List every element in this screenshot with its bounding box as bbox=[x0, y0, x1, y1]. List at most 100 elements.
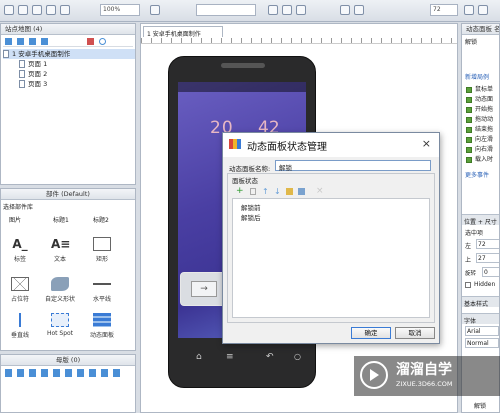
copy-icon[interactable] bbox=[46, 5, 56, 15]
font-style-select[interactable]: Normal bbox=[465, 338, 499, 348]
more-events-link[interactable]: 更多事件 bbox=[465, 170, 489, 179]
event-icon bbox=[466, 126, 472, 133]
left-label: 左 bbox=[465, 243, 472, 250]
arrow-right-icon[interactable]: → bbox=[191, 281, 217, 297]
horizontal-line-icon bbox=[93, 277, 111, 285]
page-label: 页面 3 bbox=[28, 80, 48, 88]
event-item[interactable]: 载入时 bbox=[466, 154, 499, 164]
delete-icon[interactable] bbox=[87, 38, 94, 45]
search-icon[interactable] bbox=[99, 38, 106, 45]
menu-icon[interactable]: ≡ bbox=[226, 352, 234, 362]
fill-color-icon[interactable] bbox=[340, 5, 350, 15]
widget-hline[interactable]: 水平线 bbox=[83, 277, 121, 303]
states-toolbar: + ↑ ↓ × bbox=[236, 186, 336, 196]
widget-custom-shape[interactable]: 自定义形状 bbox=[41, 277, 79, 303]
copy-state-icon[interactable] bbox=[250, 188, 256, 195]
inspector-panel: 动态面板 名称 解锁 新增局例 鼠标单 动态面 开始拖 拖动动 结束拖 向左滑 … bbox=[461, 23, 500, 413]
ruler-top bbox=[141, 38, 457, 44]
widget-placeholder[interactable]: 占位符 bbox=[1, 277, 39, 303]
hidden-checkbox[interactable] bbox=[465, 282, 471, 288]
widget-text[interactable]: A≡ 文本 bbox=[41, 237, 79, 263]
distribute-icon[interactable] bbox=[478, 5, 488, 15]
outline-item[interactable]: 解锁 bbox=[474, 401, 486, 410]
widget-library-select[interactable]: 选择部件库 bbox=[3, 202, 33, 211]
line-color-icon[interactable] bbox=[354, 5, 364, 15]
phone-search-icon[interactable]: ○ bbox=[294, 352, 301, 361]
sitemap-page-1[interactable]: 页面 1 bbox=[19, 59, 47, 69]
sitemap-root[interactable]: 1 安卓手机桌面制作 bbox=[3, 49, 135, 59]
inspector-name: 解锁 bbox=[465, 39, 478, 46]
status-bar bbox=[178, 82, 306, 92]
widget-custom-shape-text: 自定义形状 bbox=[44, 296, 75, 303]
event-icon bbox=[466, 106, 472, 113]
edit-all-icon[interactable] bbox=[298, 188, 305, 195]
widget-cat-image[interactable]: 图片 bbox=[9, 215, 21, 224]
close-icon[interactable]: × bbox=[422, 137, 431, 150]
widget-vline[interactable]: 垂直线 bbox=[1, 313, 39, 339]
state-item-before[interactable]: 解锁前 bbox=[241, 202, 261, 212]
top-input[interactable]: 27 bbox=[476, 253, 499, 263]
paste-icon[interactable] bbox=[60, 5, 70, 15]
basic-style-header[interactable]: 基本样式 bbox=[462, 296, 499, 308]
move-down-icon[interactable] bbox=[41, 38, 48, 45]
sitemap-page-3[interactable]: 页面 3 bbox=[19, 79, 47, 89]
new-case-link[interactable]: 新增局例 bbox=[465, 72, 489, 81]
event-item[interactable]: 向右滑 bbox=[466, 144, 499, 154]
underline-icon[interactable] bbox=[296, 5, 306, 15]
move-down-icon[interactable]: ↓ bbox=[274, 187, 281, 196]
position-size-header[interactable]: 位置 + 尺寸 bbox=[462, 214, 499, 226]
page-icon bbox=[3, 50, 9, 58]
event-item[interactable]: 开始拖 bbox=[466, 104, 499, 114]
widget-label[interactable]: A_ 标签 bbox=[1, 237, 39, 263]
rectangle-icon bbox=[93, 237, 111, 251]
tab-page[interactable]: 1 安卓手机桌面制作 bbox=[143, 26, 223, 38]
add-state-icon[interactable]: + bbox=[236, 187, 244, 196]
widget-dynamic-panel[interactable]: 动态面板 bbox=[83, 313, 121, 339]
widget-rectangle[interactable]: 矩形 bbox=[83, 237, 121, 263]
dialog-title-bar: 动态面板状态管理 × bbox=[223, 133, 439, 157]
cut-icon[interactable] bbox=[32, 5, 42, 15]
move-up-icon[interactable] bbox=[29, 38, 36, 45]
widget-cat-h1[interactable]: 标题1 bbox=[53, 215, 69, 224]
masters-panel: 母版 (0) bbox=[0, 354, 136, 413]
panel-name-input[interactable]: 解锁 bbox=[275, 160, 431, 172]
event-item[interactable]: 动态面 bbox=[466, 94, 499, 104]
event-item[interactable]: 拖动动 bbox=[466, 114, 499, 124]
dialog-title: 动态面板状态管理 bbox=[247, 142, 327, 153]
cancel-button[interactable]: 取消 bbox=[395, 327, 435, 339]
zoom-select[interactable]: 100% bbox=[100, 4, 140, 16]
sitemap-toolbar bbox=[3, 36, 133, 47]
font-select[interactable] bbox=[196, 4, 256, 16]
redo-icon[interactable] bbox=[18, 5, 28, 15]
left-input[interactable]: 72 bbox=[476, 239, 499, 249]
widget-hotspot[interactable]: Hot Spot bbox=[41, 313, 79, 337]
delete-state-icon[interactable]: × bbox=[316, 186, 324, 196]
state-item-after[interactable]: 解锁后 bbox=[241, 212, 261, 222]
add-folder-icon[interactable] bbox=[17, 38, 24, 45]
event-item[interactable]: 向左滑 bbox=[466, 134, 499, 144]
italic-icon[interactable] bbox=[282, 5, 292, 15]
move-up-icon[interactable]: ↑ bbox=[262, 187, 269, 196]
edit-state-icon[interactable] bbox=[286, 188, 293, 195]
play-icon bbox=[370, 369, 379, 381]
event-item[interactable]: 鼠标单 bbox=[466, 84, 499, 94]
bold-icon[interactable] bbox=[268, 5, 278, 15]
event-item[interactable]: 结束拖 bbox=[466, 124, 499, 134]
sitemap-page-2[interactable]: 页面 2 bbox=[19, 69, 47, 79]
widget-cat-h2[interactable]: 标题2 bbox=[93, 215, 109, 224]
event-icon bbox=[466, 156, 472, 163]
add-page-icon[interactable] bbox=[5, 38, 12, 45]
align-icon[interactable] bbox=[464, 5, 474, 15]
back-icon[interactable]: ↶ bbox=[266, 352, 274, 362]
home-icon[interactable]: ⌂ bbox=[196, 352, 202, 362]
font-family-select[interactable]: Arial bbox=[465, 326, 499, 336]
font-header[interactable]: 字体 bbox=[462, 313, 499, 325]
undo-icon[interactable] bbox=[4, 5, 14, 15]
rotation-input[interactable]: 0 bbox=[482, 267, 499, 277]
ok-button[interactable]: 确定 bbox=[351, 327, 391, 339]
masters-toolbar[interactable] bbox=[5, 369, 125, 377]
phone-nav-bar: ⌂ ≡ ↶ ○ bbox=[170, 346, 316, 370]
watermark-url: ZIXUE.3D66.COM bbox=[396, 380, 453, 388]
format-icon[interactable] bbox=[150, 5, 160, 15]
x-field[interactable]: 72 bbox=[430, 4, 458, 16]
